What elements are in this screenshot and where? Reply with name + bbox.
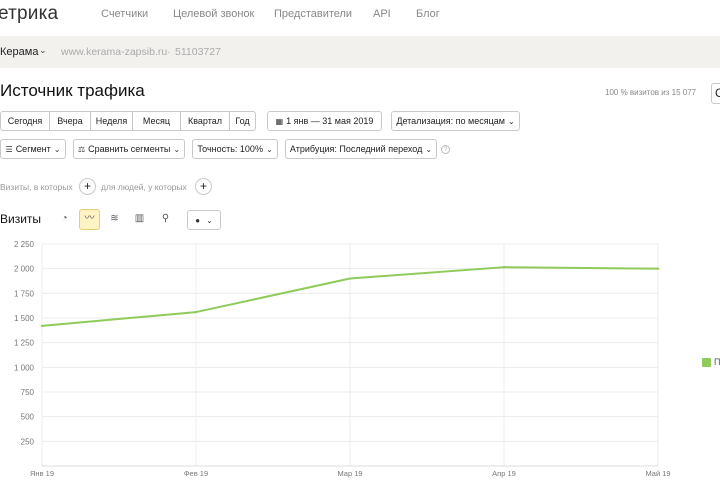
y-tick-label: 500	[21, 413, 35, 422]
counter-id: 51103727	[175, 46, 221, 58]
date-range-button[interactable]: ▦ 1 янв — 31 мая 2019	[267, 111, 382, 131]
report-settings-button[interactable]: С	[711, 83, 720, 104]
bar-chart-icon[interactable]: ▥	[129, 209, 150, 230]
page-title: Источник трафика	[0, 81, 145, 100]
counter-url: www.kerama-zapsib.ru	[61, 46, 168, 58]
x-tick-label: Янв 19	[30, 469, 54, 478]
chevron-down-icon: ⌄	[206, 215, 213, 225]
data-point	[502, 265, 506, 269]
nav-link-api[interactable]: API	[373, 8, 391, 20]
detail-dropdown[interactable]: Детализация: по месяцам ⌄	[391, 111, 520, 131]
nav-link-target-call[interactable]: Целевой звонок	[173, 8, 254, 20]
period-quarter-button[interactable]: Квартал	[180, 111, 230, 131]
attribution-label: Атрибуция: Последний переход	[289, 144, 423, 154]
x-tick-label: Мар 19	[337, 469, 362, 478]
metrika-logo[interactable]: етрика	[0, 3, 58, 25]
line-chart-icon[interactable]: 〰	[79, 209, 100, 230]
nav-link-counters[interactable]: Счетчики	[101, 8, 148, 20]
chevron-down-icon: ⌄	[53, 144, 61, 154]
data-point	[194, 310, 198, 314]
x-tick-label: Апр 19	[492, 469, 516, 478]
segment-icon: ☰	[5, 144, 13, 154]
legend-label: П	[714, 357, 720, 367]
data-point	[656, 267, 660, 270]
people-filter-label: для людей, у которых	[101, 182, 187, 192]
legend-checkbox[interactable]	[702, 358, 711, 367]
metric-label: Визиты	[0, 212, 42, 226]
x-tick-label: Май 19	[645, 469, 670, 478]
y-tick-label: 1 500	[14, 314, 35, 323]
chevron-down-icon: ⌄	[507, 116, 515, 126]
data-point	[40, 324, 44, 328]
period-week-button[interactable]: Неделя	[90, 111, 133, 131]
y-tick-label: 250	[21, 437, 35, 446]
chevron-down-icon: ⌄	[265, 144, 273, 154]
period-month-button[interactable]: Месяц	[132, 111, 181, 131]
period-yesterday-button[interactable]: Вчера	[49, 111, 91, 131]
y-tick-label: 750	[21, 388, 35, 397]
area-chart-icon[interactable]: ≋	[104, 209, 125, 230]
y-tick-label: 1 000	[14, 363, 35, 372]
calendar-icon: ▦	[275, 116, 284, 126]
compare-label: Сравнить сегменты	[88, 144, 171, 154]
accuracy-dropdown[interactable]: Точность: 100% ⌄	[192, 139, 278, 159]
segment-button[interactable]: ☰ Сегмент ⌄	[0, 139, 66, 159]
compare-segments-button[interactable]: ⚖ Сравнить сегменты ⌄	[73, 139, 185, 159]
data-point	[348, 277, 352, 280]
top-navigation: етрика Счетчики Целевой звонок Представи…	[0, 0, 720, 30]
annotations-dropdown[interactable]: ● ⌄	[187, 210, 221, 230]
pie-chart-icon[interactable]: ◔	[54, 209, 75, 230]
visits-share-text: 100 % визитов из 15 077	[605, 88, 697, 97]
chevron-down-icon: ⌄	[173, 144, 181, 154]
period-year-button[interactable]: Год	[229, 111, 256, 131]
visits-filter-label: Визиты, в которых	[0, 182, 73, 192]
counter-selector[interactable]: Керама	[0, 46, 38, 58]
comment-icon: ●	[195, 215, 201, 225]
nav-link-representatives[interactable]: Представители	[274, 8, 352, 20]
counter-bar: Керама ⌄ www.kerama-zapsib.ru · 51103727	[0, 36, 720, 68]
segment-label: Сегмент	[15, 144, 51, 154]
y-tick-label: 2 000	[14, 265, 35, 274]
compare-icon: ⚖	[77, 144, 86, 154]
detail-label: Детализация: по месяцам	[396, 116, 505, 126]
add-visit-filter-button[interactable]: +	[79, 178, 96, 195]
map-pin-icon[interactable]: ⚲	[155, 209, 176, 230]
visits-line-chart: 2 250 2 000 1 750 1 500 1 250 1 000 750 500 250 Я…	[14, 240, 671, 478]
y-tick-label: 1 750	[14, 289, 35, 298]
counter-separator: ·	[167, 46, 171, 58]
chevron-down-icon[interactable]: ⌄	[39, 45, 47, 56]
y-tick-label: 1 250	[14, 339, 35, 348]
chevron-down-icon: ⌄	[425, 144, 433, 154]
period-today-button[interactable]: Сегодня	[0, 111, 50, 131]
x-tick-label: Фев 19	[184, 469, 208, 478]
accuracy-label: Точность: 100%	[197, 144, 263, 154]
attribution-dropdown[interactable]: Атрибуция: Последний переход ⌄	[285, 139, 437, 159]
add-people-filter-button[interactable]: +	[195, 178, 212, 195]
date-range-label: 1 янв — 31 мая 2019	[286, 116, 374, 126]
y-tick-label: 2 250	[14, 240, 35, 249]
nav-link-blog[interactable]: Блог	[416, 8, 440, 20]
help-icon[interactable]: ?	[441, 145, 450, 154]
